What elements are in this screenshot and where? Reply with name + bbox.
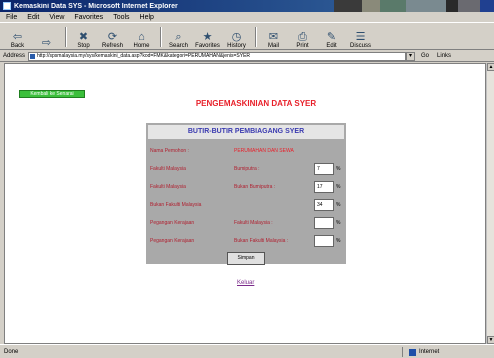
percent-unit: % <box>336 220 341 227</box>
percent-unit: % <box>336 238 341 245</box>
address-dropdown[interactable]: ▾ <box>406 51 416 61</box>
links-button[interactable]: Links <box>437 53 451 59</box>
discuss-button[interactable]: ☰ Discuss <box>347 25 374 49</box>
form-panel: BUTIR-BUTIR PEMBIAGANG SYER Nama Pemohon… <box>146 123 346 265</box>
page-icon <box>30 53 36 59</box>
security-zone: Internet <box>402 347 439 357</box>
toolbar: ⇦ Back ⇨ ✖ Stop ⟳ Refresh ⌂ Home ⌕ Searc… <box>0 24 494 50</box>
row-label: Pegangan Kerajaan <box>150 238 195 244</box>
table-row: Nama Pemohon : PERUMAHAN DAN SEWA <box>148 143 344 159</box>
menu-help[interactable]: Help <box>140 14 154 21</box>
thumb-icon-7 <box>480 0 494 12</box>
menu-favorites[interactable]: Favorites <box>74 14 103 21</box>
address-label: Address <box>3 53 26 59</box>
percent-unit: % <box>336 184 341 191</box>
form-table: Nama Pemohon : PERUMAHAN DAN SEWA Fakult… <box>148 141 344 251</box>
edit-icon: ✎ <box>326 30 337 43</box>
refresh-icon: ⟳ <box>107 30 118 43</box>
print-button[interactable]: ⎙ Print <box>289 25 316 49</box>
vertical-scrollbar[interactable]: ▲ ▼ <box>486 63 494 344</box>
applicant-name: PERUMAHAN DAN SEWA <box>234 148 294 154</box>
search-icon: ⌕ <box>175 30 182 43</box>
discuss-icon: ☰ <box>355 30 366 43</box>
search-button[interactable]: ⌕ Search <box>165 25 192 49</box>
status-text: Done <box>4 348 19 355</box>
toolbar-separator <box>255 26 257 47</box>
address-input[interactable]: http://spsmalaysia.my/sys/kemaskini_data… <box>28 51 407 61</box>
gov-foreign-percent-input[interactable] <box>314 235 334 247</box>
thumb-icon-2 <box>362 0 380 12</box>
thumb-icon-1 <box>334 0 362 12</box>
foreign-percent-input[interactable]: 34 <box>314 199 334 211</box>
history-icon: ◷ <box>231 30 242 43</box>
back-arrow-icon: ⇦ <box>12 30 23 43</box>
mail-button[interactable]: ✉ Mail <box>260 25 287 49</box>
zone-label: Internet <box>419 349 440 355</box>
toolbar-separator <box>65 26 67 47</box>
stop-icon: ✖ <box>78 30 89 43</box>
row-sublabel: Bumiputra : <box>234 166 260 172</box>
thumb-icon-5 <box>446 0 458 12</box>
table-row: Fakulti Malaysia Bumiputra : 7% <box>148 161 344 177</box>
ie-logo-icon <box>3 2 11 10</box>
favorites-icon: ★ <box>202 30 213 43</box>
percent-unit: % <box>336 166 341 173</box>
exit-link[interactable]: Keluar <box>237 280 254 286</box>
table-row: Bukan Fakulti Malaysia 34% <box>148 197 344 213</box>
print-icon: ⎙ <box>298 30 307 43</box>
page-title: PENGEMASKINIAN DATA SYER <box>195 99 317 108</box>
home-icon: ⌂ <box>138 30 145 43</box>
refresh-button[interactable]: ⟳ Refresh <box>99 25 126 49</box>
history-button[interactable]: ◷ History <box>223 25 250 49</box>
page-content: Kembali ke Senarai PENGEMASKINIAN DATA S… <box>4 63 486 344</box>
bumiputra-percent-input[interactable]: 7 <box>314 163 334 175</box>
save-button[interactable]: Simpan <box>227 252 265 265</box>
back-to-list-button[interactable]: Kembali ke Senarai <box>19 90 85 98</box>
row-sublabel: Fakulti Malaysia : <box>234 220 273 226</box>
table-row: Pegangan Kerajaan Bukan Fakulti Malaysia… <box>148 233 344 249</box>
row-label: Bukan Fakulti Malaysia <box>150 202 202 208</box>
menu-view[interactable]: View <box>49 14 64 21</box>
menu-file[interactable]: File <box>6 14 17 21</box>
gov-local-percent-input[interactable] <box>314 217 334 229</box>
stop-button[interactable]: ✖ Stop <box>70 25 97 49</box>
thumb-icon-6 <box>458 0 480 12</box>
menu-bar: File Edit View Favorites Tools Help <box>0 12 494 23</box>
status-bar: Done Internet <box>0 344 494 358</box>
forward-arrow-icon: ⇨ <box>41 36 52 49</box>
home-button[interactable]: ⌂ Home <box>128 25 155 49</box>
scroll-down-icon[interactable]: ▼ <box>487 336 494 344</box>
row-label: Pegangan Kerajaan <box>150 220 195 226</box>
back-button[interactable]: ⇦ Back <box>4 25 31 49</box>
go-button[interactable]: Go <box>421 53 429 59</box>
favorites-button[interactable]: ★ Favorites <box>194 25 221 49</box>
forward-button[interactable]: ⇨ <box>33 25 60 49</box>
row-label: Fakulti Malaysia <box>150 166 186 172</box>
window-controls <box>334 0 494 12</box>
scroll-up-icon[interactable]: ▲ <box>487 63 494 71</box>
row-label: Fakulti Malaysia <box>150 184 186 190</box>
edit-button[interactable]: ✎ Edit <box>318 25 345 49</box>
percent-unit: % <box>336 202 341 209</box>
row-sublabel: Bukan Fakulti Malaysia : <box>234 238 289 244</box>
thumb-icon-4 <box>406 0 446 12</box>
submit-row: Simpan <box>148 252 344 265</box>
row-sublabel: Bukan Bumiputra : <box>234 184 276 190</box>
row-label: Nama Pemohon : <box>150 148 189 154</box>
chevron-down-icon: ▾ <box>409 52 413 59</box>
address-bar: Address http://spsmalaysia.my/sys/kemask… <box>0 51 494 62</box>
thumb-icon-3 <box>380 0 406 12</box>
panel-title: BUTIR-BUTIR PEMBIAGANG SYER <box>148 125 344 139</box>
table-row: Fakulti Malaysia Bukan Bumiputra : 17% <box>148 179 344 195</box>
mail-icon: ✉ <box>268 30 279 43</box>
address-url: http://spsmalaysia.my/sys/kemaskini_data… <box>37 52 251 59</box>
table-row: Pegangan Kerajaan Fakulti Malaysia : % <box>148 215 344 231</box>
row-sublabel <box>232 197 312 213</box>
globe-icon <box>409 348 416 356</box>
menu-tools[interactable]: Tools <box>113 14 129 21</box>
window-title: Kemaskini Data SYS - Microsoft Internet … <box>14 2 178 10</box>
menu-edit[interactable]: Edit <box>27 14 39 21</box>
non-bumiputra-percent-input[interactable]: 17 <box>314 181 334 193</box>
toolbar-separator <box>160 26 162 47</box>
